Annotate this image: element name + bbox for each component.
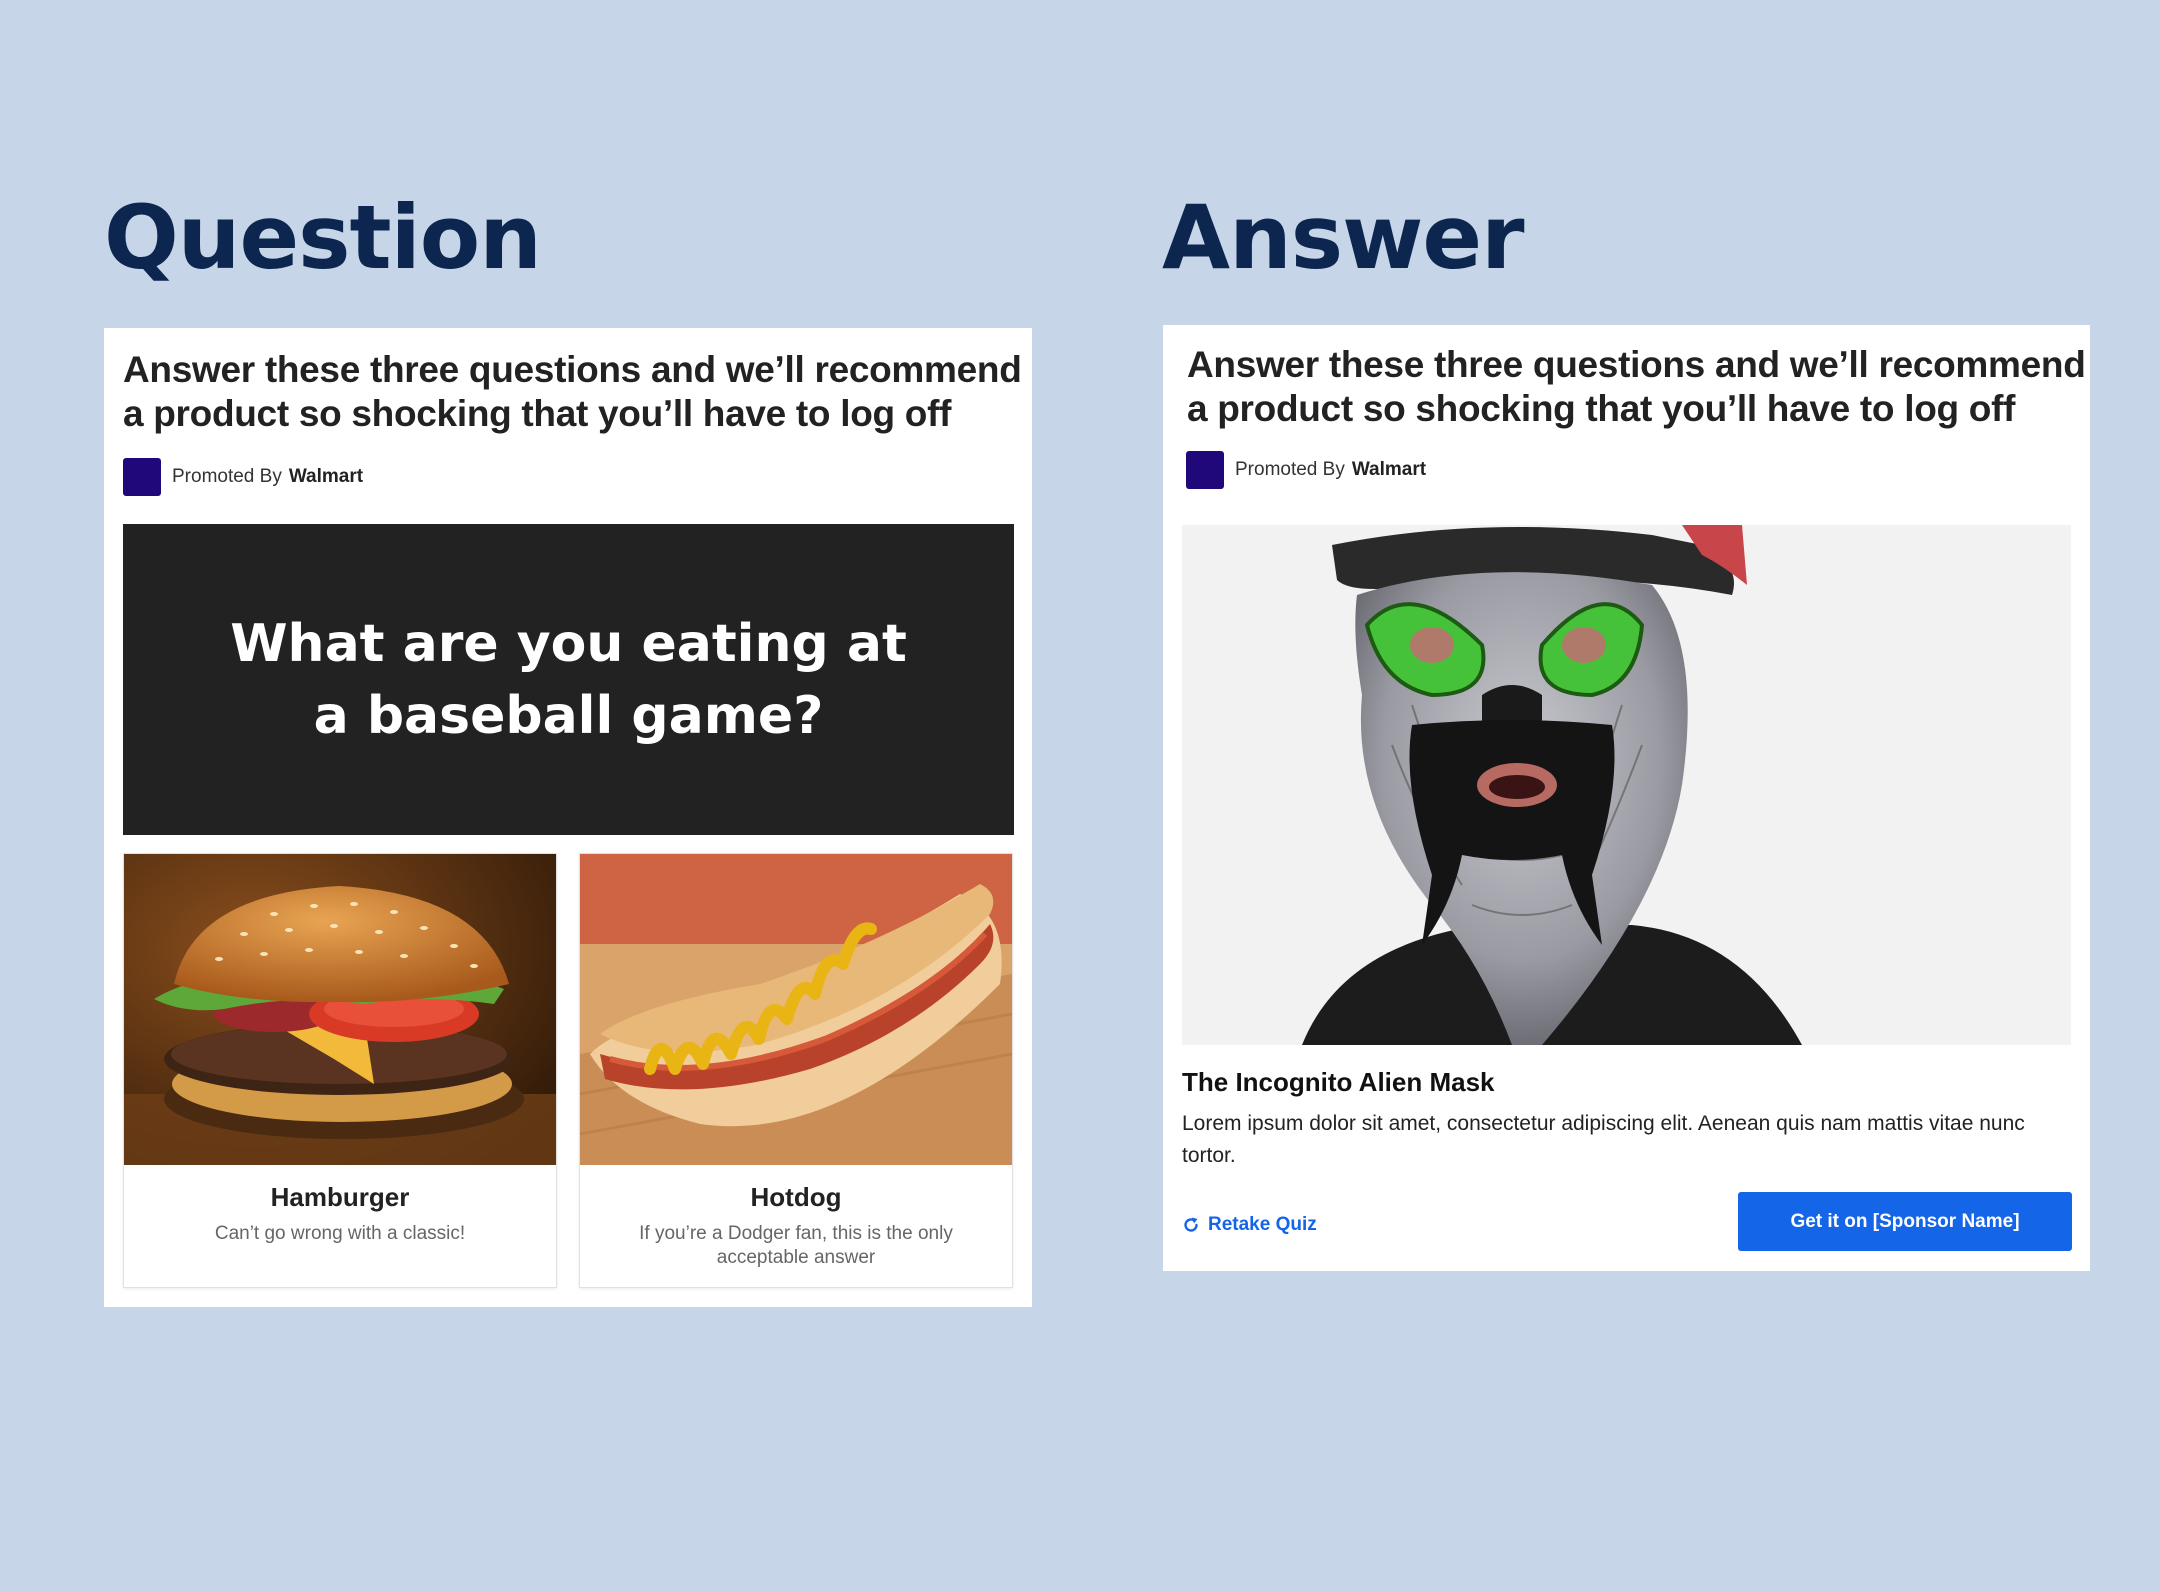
- retake-quiz-label: Retake Quiz: [1208, 1214, 1317, 1235]
- option-description: If you’re a Dodger fan, this is the only…: [639, 1223, 953, 1268]
- get-product-button[interactable]: Get it on [Sponsor Name]: [1738, 1192, 2072, 1251]
- option-label: Hotdog: [750, 1182, 842, 1212]
- hamburger-image: [124, 854, 556, 1165]
- quiz-headline: Answer these three questions and we’ll r…: [123, 349, 1022, 434]
- refresh-icon: [1184, 1217, 1198, 1232]
- question-section-title: Question: [104, 186, 542, 289]
- promoted-by-label: Promoted By: [172, 466, 282, 487]
- product-image: [1182, 525, 2071, 1045]
- promoted-by: Promoted By Walmart: [123, 458, 363, 496]
- answer-section-title: Answer: [1162, 186, 1525, 289]
- answer-option-hamburger[interactable]: Hamburger Can’t go wrong with a classic!: [123, 853, 557, 1288]
- hotdog-image: [580, 854, 1012, 1165]
- question-card: Answer these three questions and we’ll r…: [104, 328, 1032, 1307]
- quiz-headline: Answer these three questions and we’ll r…: [1187, 344, 2086, 429]
- sponsor-logo: [123, 458, 161, 496]
- option-label: Hamburger: [270, 1182, 410, 1212]
- product-name: The Incognito Alien Mask: [1182, 1067, 1495, 1097]
- sponsor-name: Walmart: [1351, 459, 1427, 480]
- answer-card: Answer these three questions and we’ll r…: [1163, 325, 2090, 1271]
- sponsor-logo: [1186, 451, 1224, 489]
- promoted-by: Promoted By Walmart: [1186, 451, 1426, 489]
- product-description: Lorem ipsum dolor sit amet, consectetur …: [1182, 1112, 2025, 1167]
- promoted-by-label: Promoted By: [1235, 459, 1345, 480]
- sponsor-name: Walmart: [288, 466, 364, 487]
- retake-quiz-link[interactable]: Retake Quiz: [1182, 1214, 1317, 1236]
- question-text: What are you eating at a baseball game?: [230, 613, 907, 746]
- answer-option-hotdog[interactable]: Hotdog If you’re a Dodger fan, this is t…: [579, 853, 1013, 1288]
- question-banner: What are you eating at a baseball game?: [123, 524, 1014, 835]
- option-description: Can’t go wrong with a classic!: [214, 1223, 466, 1244]
